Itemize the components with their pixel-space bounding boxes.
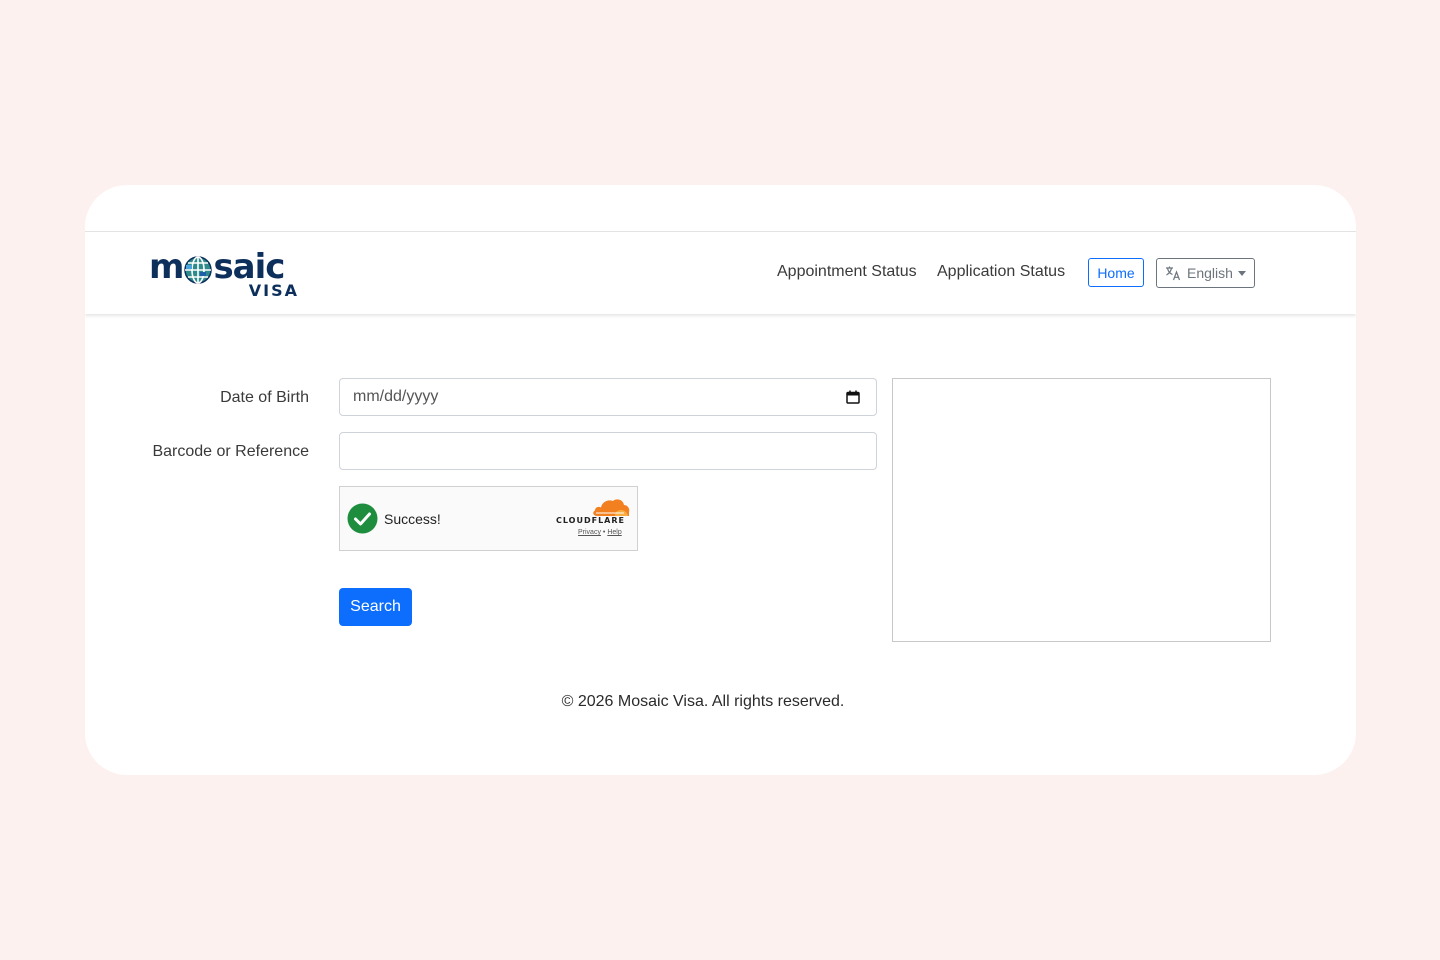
language-label: English [1187, 265, 1233, 281]
nav-home-button[interactable]: Home [1088, 258, 1144, 287]
language-dropdown[interactable]: English [1156, 258, 1255, 288]
check-circle-icon [347, 503, 378, 534]
captcha-help-link[interactable]: Help [607, 529, 621, 536]
cloudflare-cloud-icon [593, 499, 630, 516]
barcode-label: Barcode or Reference [152, 443, 309, 460]
captcha-links: Privacy • Help [578, 529, 622, 536]
side-panel [892, 378, 1271, 642]
logo-subtitle: VISA [248, 281, 299, 300]
calendar-icon[interactable] [846, 390, 860, 404]
mosaic-visa-logo[interactable]: m saic VISA [149, 247, 299, 302]
captcha-privacy-link[interactable]: Privacy [578, 529, 601, 536]
nav-appointment-status[interactable]: Appointment Status [777, 263, 917, 281]
captcha-link-separator: • [602, 529, 606, 536]
footer-copyright: © 2026 Mosaic Visa. All rights reserved. [561, 693, 845, 710]
logo-word-start: m [149, 247, 184, 287]
barcode-input[interactable] [339, 432, 877, 470]
cloudflare-turnstile-widget[interactable]: Success! CLOUDFLARE Privacy • Help [339, 486, 638, 551]
search-button[interactable]: Search [339, 588, 412, 626]
chevron-down-icon [1238, 271, 1246, 276]
top-navbar: m saic VISA Appointment Status Applicatio… [85, 231, 1356, 314]
globe-icon [184, 256, 212, 284]
dob-placeholder: mm/dd/yyyy [353, 388, 439, 405]
cloudflare-wordmark: CLOUDFLARE [556, 516, 625, 525]
dob-input[interactable]: mm/dd/yyyy [339, 378, 877, 416]
nav-application-status[interactable]: Application Status [937, 263, 1065, 281]
main-card: m saic VISA Appointment Status Applicatio… [85, 185, 1356, 775]
captcha-status: Success! [384, 511, 441, 527]
dob-label: Date of Birth [220, 389, 309, 406]
translate-icon [1166, 266, 1181, 281]
